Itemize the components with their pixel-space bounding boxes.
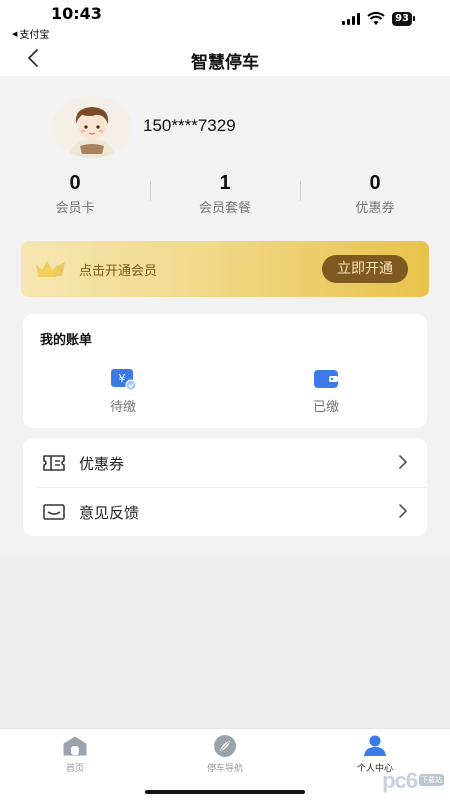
vip-banner[interactable]: 点击开通会员 立即开通 xyxy=(21,241,429,297)
cellular-signal-icon xyxy=(342,13,361,25)
tab-home[interactable]: 首页 xyxy=(15,734,135,774)
status-bar: 10:43 ◀ 支付宝 93 xyxy=(0,0,450,42)
watermark-tag: 下载站 xyxy=(419,774,444,786)
menu-card: 优惠券 意见反馈 xyxy=(23,438,427,536)
menu-item-coupons[interactable]: 优惠券 xyxy=(23,438,427,488)
stat-value: 0 xyxy=(369,172,381,194)
stats-row: 0 会员卡 1 会员套餐 0 优惠券 xyxy=(0,171,450,221)
nav-bar: 智慧停车 xyxy=(0,40,450,76)
stat-membership-package[interactable]: 1 会员套餐 xyxy=(150,171,300,216)
ticket-icon xyxy=(43,455,65,471)
chevron-right-icon xyxy=(399,504,407,518)
avatar[interactable] xyxy=(52,96,132,158)
stat-value: 0 xyxy=(69,172,81,194)
tab-label: 停车导航 xyxy=(206,764,243,774)
status-indicators: 93 xyxy=(342,12,415,26)
bill-label: 已缴 xyxy=(312,400,339,415)
stat-membership-card[interactable]: 0 会员卡 xyxy=(0,171,150,216)
yuan-bill-icon: ¥ xyxy=(111,369,137,390)
bill-paid[interactable]: 已缴 xyxy=(296,368,356,415)
back-triangle-icon: ◀ xyxy=(12,29,18,38)
bill-label: 待缴 xyxy=(109,400,136,415)
crown-icon xyxy=(36,261,65,277)
stat-value: 1 xyxy=(219,172,231,194)
bills-title: 我的账单 xyxy=(40,333,93,348)
compass-icon xyxy=(214,735,236,757)
stat-label: 会员套餐 xyxy=(198,201,251,216)
user-phone: 150****7329 xyxy=(143,116,236,135)
page-title: 智慧停车 xyxy=(191,53,259,73)
wifi-icon xyxy=(367,12,385,25)
bill-unpaid[interactable]: ¥ 待缴 xyxy=(93,368,153,415)
menu-item-label: 意见反馈 xyxy=(79,504,140,522)
open-membership-button[interactable]: 立即开通 xyxy=(322,255,408,283)
stat-label: 会员卡 xyxy=(55,201,95,216)
battery-icon: 93 xyxy=(392,12,415,26)
status-time: 10:43 xyxy=(51,4,102,23)
svg-text:¥: ¥ xyxy=(119,372,126,385)
home-indicator[interactable] xyxy=(145,790,305,794)
chevron-right-icon xyxy=(399,455,407,469)
watermark: pc6 下载站 xyxy=(382,768,444,794)
watermark-logo: pc6 xyxy=(382,768,418,793)
back-app-label: 支付宝 xyxy=(19,30,50,41)
stat-label: 优惠券 xyxy=(355,201,395,216)
bills-card: 我的账单 ¥ 待缴 已缴 xyxy=(23,314,427,428)
back-to-app-link[interactable]: ◀ 支付宝 xyxy=(12,26,50,42)
home-icon xyxy=(63,736,87,756)
tab-label: 首页 xyxy=(65,764,84,774)
tab-parking-navigation[interactable]: 停车导航 xyxy=(165,734,285,774)
vip-banner-text: 点击开通会员 xyxy=(79,264,158,279)
menu-item-feedback[interactable]: 意见反馈 xyxy=(23,487,427,536)
avatar-cartoon-boy-icon xyxy=(52,96,132,158)
mail-icon xyxy=(43,504,65,520)
wallet-icon xyxy=(314,370,338,388)
menu-item-label: 优惠券 xyxy=(79,455,125,473)
user-icon xyxy=(364,735,386,756)
stat-coupons[interactable]: 0 优惠券 xyxy=(300,171,450,216)
